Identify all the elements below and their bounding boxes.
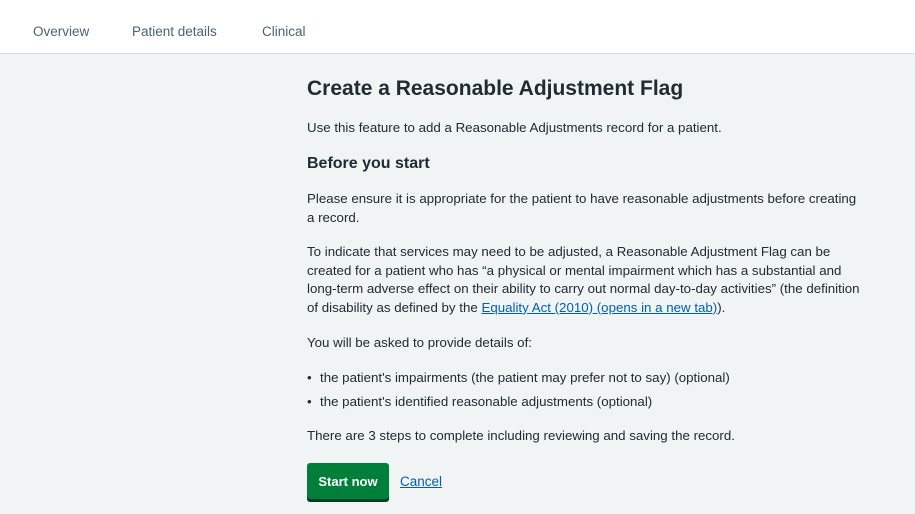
details-intro: You will be asked to provide details of: [307, 335, 532, 350]
bullet-icon: • [307, 370, 312, 385]
tab-clinical[interactable]: Clinical [262, 24, 306, 40]
details-list: • the patient's impairments (the patient … [307, 369, 867, 417]
list-item: • the patient's impairments (the patient … [307, 369, 867, 387]
list-item-text: the patient's identified reasonable adju… [320, 394, 653, 409]
intro-text: Use this feature to add a Reasonable Adj… [307, 120, 722, 135]
equality-act-link[interactable]: Equality Act (2010) (opens in a new tab) [481, 300, 717, 315]
cancel-link[interactable]: Cancel [400, 474, 442, 489]
ensure-text: Please ensure it is appropriate for the … [307, 191, 857, 225]
bullet-icon: • [307, 394, 312, 409]
indicate-text-end: ). [717, 299, 726, 315]
before-you-start-heading: Before you start [307, 155, 430, 172]
list-item-text: the patient's impairments (the patient m… [320, 370, 730, 385]
top-navigation: Overview Patient details Clinical [0, 0, 915, 54]
steps-text: There are 3 steps to complete including … [307, 428, 735, 443]
list-item: • the patient's identified reasonable adj… [307, 393, 867, 411]
indicate-paragraph: To indicate that services may need to be… [307, 243, 867, 317]
start-now-button[interactable]: Start now [307, 463, 389, 499]
tab-patient-details[interactable]: Patient details [132, 24, 217, 40]
tab-overview[interactable]: Overview [33, 24, 89, 40]
page-title: Create a Reasonable Adjustment Flag [307, 77, 684, 100]
